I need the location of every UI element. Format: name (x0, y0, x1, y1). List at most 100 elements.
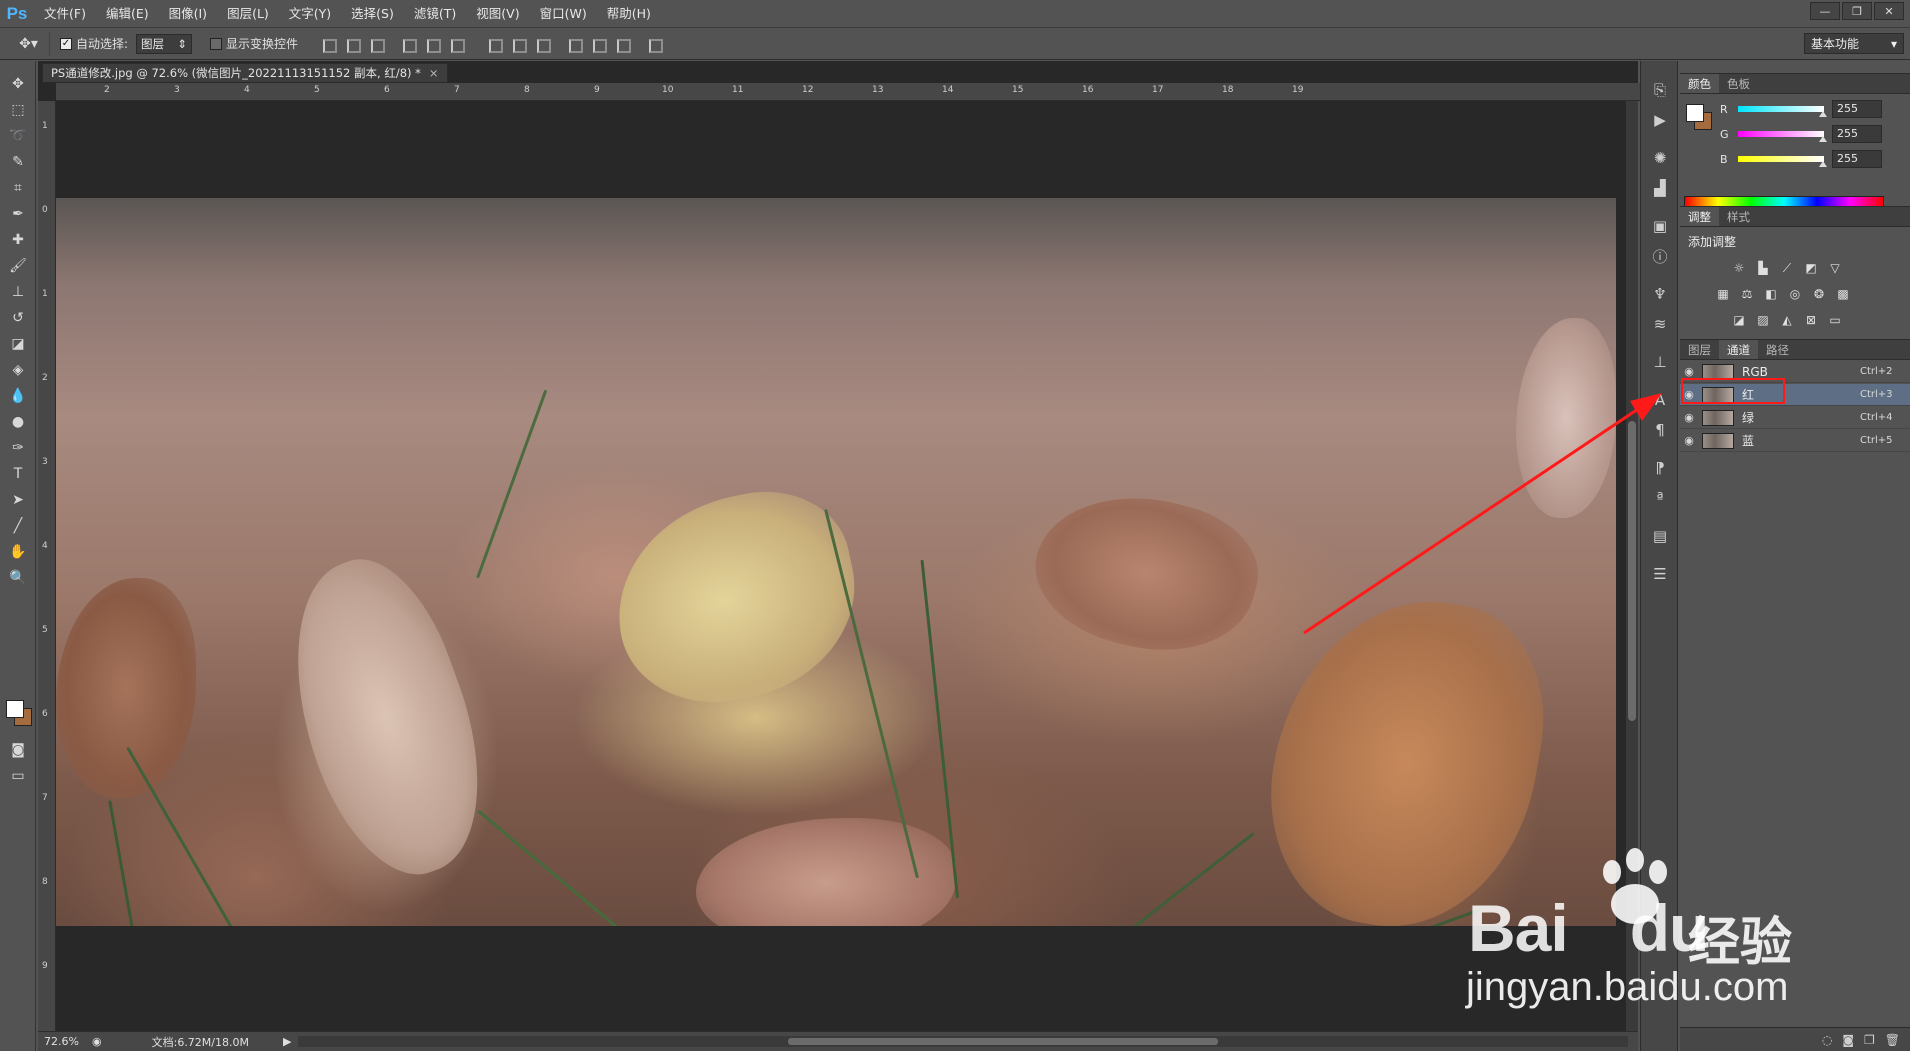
eyedropper-tool-icon[interactable]: ✒ (0, 201, 36, 227)
distribute-vcenter-icon[interactable] (510, 36, 528, 53)
channel-mixer-icon[interactable]: ❂ (1810, 285, 1828, 303)
g-slider[interactable] (1738, 131, 1827, 142)
show-transform-checkbox[interactable] (210, 37, 223, 50)
distribute-left-icon[interactable] (566, 36, 584, 53)
restore-button[interactable]: ❐ (1842, 2, 1872, 20)
menu-type[interactable]: 文字(Y) (279, 0, 341, 28)
document-tab[interactable]: PS通道修改.jpg @ 72.6% (微信图片_20221113151152 … (42, 63, 448, 83)
vibrance-icon[interactable]: ▽ (1826, 259, 1844, 277)
tab-styles[interactable]: 样式 (1719, 207, 1758, 226)
line-tool-icon[interactable]: ╱ (0, 513, 36, 539)
new-channel-icon[interactable]: ❐ (1864, 1033, 1875, 1047)
align-vcenter-icon[interactable] (344, 36, 362, 53)
r-value[interactable]: 255 (1832, 100, 1882, 118)
minimize-button[interactable]: — (1810, 2, 1840, 20)
path-select-tool-icon[interactable]: ➤ (0, 487, 36, 513)
align-left-icon[interactable] (400, 36, 418, 53)
brush-tool-icon[interactable]: 🖌 (0, 253, 36, 279)
save-selection-icon[interactable]: ◙ (1842, 1033, 1854, 1047)
close-icon[interactable]: × (429, 66, 439, 80)
menu-edit[interactable]: 编辑(E) (96, 0, 159, 28)
paint-bucket-tool-icon[interactable]: ◈ (0, 357, 36, 383)
levels-icon[interactable]: ▙ (1754, 259, 1772, 277)
clone-stamp-tool-icon[interactable]: ⊥ (0, 279, 36, 305)
distribute-right-icon[interactable] (614, 36, 632, 53)
b-slider[interactable] (1738, 156, 1827, 167)
lasso-tool-icon[interactable]: ➰ (0, 123, 36, 149)
align-right-icon[interactable] (448, 36, 466, 53)
workspace-switcher[interactable]: 基本功能 ▾ (1804, 33, 1904, 54)
brightness-contrast-icon[interactable]: ☼ (1730, 259, 1748, 277)
selective-color-icon[interactable]: ⊠ (1802, 311, 1820, 329)
scroll-thumb[interactable] (788, 1038, 1218, 1045)
tab-adjustments[interactable]: 调整 (1680, 207, 1719, 226)
status-menu-arrow-icon[interactable]: ▶ (283, 1035, 291, 1048)
move-tool-icon[interactable]: ✥ (0, 71, 36, 97)
auto-align-icon[interactable] (646, 36, 664, 53)
r-slider[interactable] (1738, 106, 1827, 117)
color-balance-icon[interactable]: ⚖ (1738, 285, 1756, 303)
blur-tool-icon[interactable]: 💧 (0, 383, 36, 409)
menu-help[interactable]: 帮助(H) (597, 0, 661, 28)
auto-select-checkbox[interactable]: ✓ (60, 37, 72, 50)
navigator-panel-icon[interactable]: ✺ (1641, 143, 1679, 173)
eye-icon[interactable]: ◉ (1680, 411, 1698, 424)
photo-filter-icon[interactable]: ◎ (1786, 285, 1804, 303)
load-selection-icon[interactable]: ◌ (1822, 1033, 1832, 1047)
align-top-icon[interactable] (320, 36, 338, 53)
zoom-level[interactable]: 72.6% (38, 1035, 86, 1048)
menu-filter[interactable]: 滤镜(T) (404, 0, 466, 28)
brush-presets-icon[interactable]: ♆ (1641, 279, 1679, 309)
gradient-map-icon[interactable]: ▭ (1826, 311, 1844, 329)
exposure-icon[interactable]: ◩ (1802, 259, 1820, 277)
quick-mask-icon[interactable]: ◙ (0, 737, 36, 763)
close-button[interactable]: ✕ (1874, 2, 1904, 20)
zoom-tool-icon[interactable]: 🔍 (0, 565, 36, 591)
menu-layer[interactable]: 图层(L) (217, 0, 279, 28)
hue-saturation-icon[interactable]: ▦ (1714, 285, 1732, 303)
eraser-tool-icon[interactable]: ◪ (0, 331, 36, 357)
distribute-hcenter-icon[interactable] (590, 36, 608, 53)
show-transform-option[interactable]: 显示变换控件 (210, 35, 298, 52)
tab-layers[interactable]: 图层 (1680, 340, 1719, 359)
properties-panel-icon[interactable]: ▣ (1641, 211, 1679, 241)
distribute-top-icon[interactable] (486, 36, 504, 53)
dodge-tool-icon[interactable]: ● (0, 409, 36, 435)
brush-panel-icon[interactable]: ≋ (1641, 309, 1679, 339)
posterize-icon[interactable]: ▨ (1754, 311, 1772, 329)
tab-channels[interactable]: 通道 (1719, 340, 1758, 359)
screen-mode-icon[interactable]: ▭ (0, 763, 36, 789)
menu-view[interactable]: 视图(V) (466, 0, 529, 28)
align-hcenter-icon[interactable] (424, 36, 442, 53)
black-white-icon[interactable]: ◧ (1762, 285, 1780, 303)
auto-select-option[interactable]: ✓ 自动选择: (60, 35, 128, 52)
marquee-tool-icon[interactable]: ⬚ (0, 97, 36, 123)
type-tool-icon[interactable]: T (0, 461, 36, 487)
curves-icon[interactable]: ⟋ (1778, 259, 1796, 277)
color-lookup-icon[interactable]: ▩ (1834, 285, 1852, 303)
quick-select-tool-icon[interactable]: ✎ (0, 149, 36, 175)
menu-select[interactable]: 选择(S) (341, 0, 404, 28)
horizontal-scrollbar[interactable] (298, 1036, 1628, 1047)
tab-color[interactable]: 颜色 (1680, 74, 1719, 93)
eye-icon[interactable]: ◉ (1680, 434, 1698, 447)
menu-image[interactable]: 图像(I) (159, 0, 217, 28)
move-tool-preset-icon[interactable]: ✥▾ (8, 31, 50, 56)
g-value[interactable]: 255 (1832, 125, 1882, 143)
align-bottom-icon[interactable] (368, 36, 386, 53)
history-brush-tool-icon[interactable]: ↺ (0, 305, 36, 331)
b-value[interactable]: 255 (1832, 150, 1882, 168)
tab-paths[interactable]: 路径 (1758, 340, 1797, 359)
menu-window[interactable]: 窗口(W) (530, 0, 597, 28)
channel-row-blue[interactable]: ◉ 蓝 Ctrl+5 (1680, 430, 1910, 452)
histogram-panel-icon[interactable]: ▟ (1641, 173, 1679, 203)
crop-tool-icon[interactable]: ⌗ (0, 175, 36, 201)
invert-icon[interactable]: ◪ (1730, 311, 1748, 329)
pen-tool-icon[interactable]: ✑ (0, 435, 36, 461)
history-panel-icon[interactable]: ⎘ (1641, 75, 1679, 105)
delete-channel-icon[interactable]: 🗑 (1885, 1033, 1900, 1047)
eye-icon[interactable]: ◉ (1680, 365, 1698, 378)
healing-brush-tool-icon[interactable]: ✚ (0, 227, 36, 253)
status-info-icon[interactable]: ◉ (92, 1035, 102, 1048)
tab-swatches[interactable]: 色板 (1719, 74, 1758, 93)
